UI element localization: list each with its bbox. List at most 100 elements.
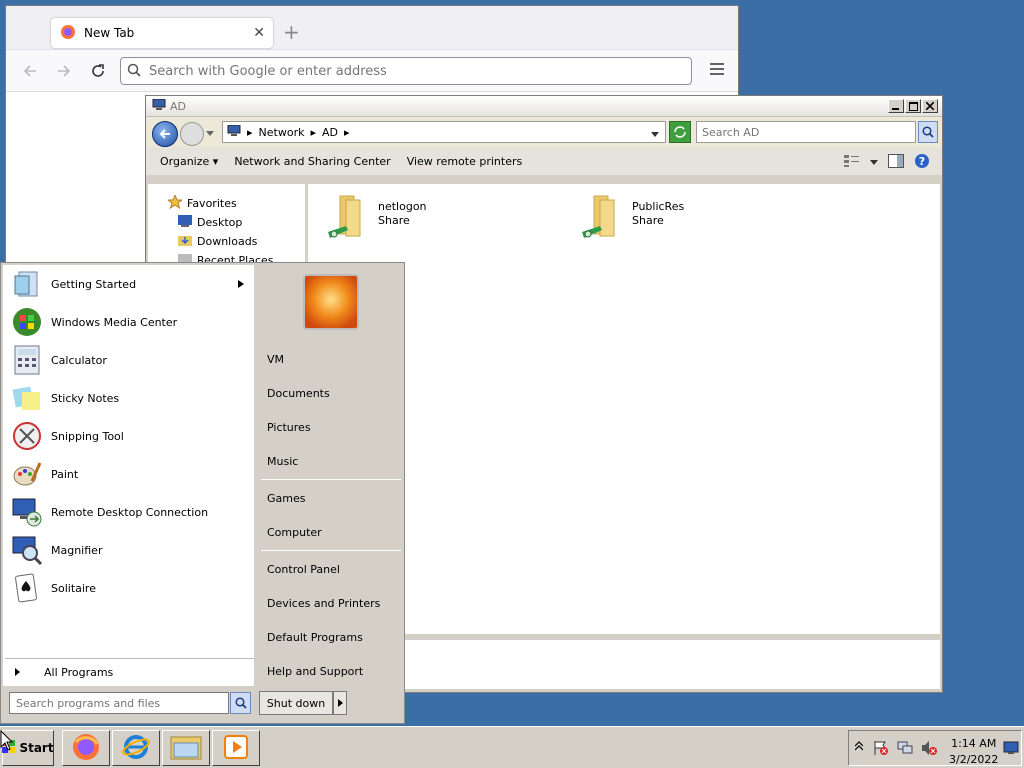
submenu-arrow-icon bbox=[238, 278, 244, 291]
preview-pane-icon[interactable] bbox=[888, 154, 904, 171]
place-games[interactable]: Games bbox=[267, 488, 305, 508]
all-programs-button[interactable]: All Programs bbox=[5, 658, 254, 686]
snipping-tool-icon bbox=[11, 420, 43, 452]
firefox-icon bbox=[60, 24, 76, 43]
reload-icon[interactable] bbox=[88, 61, 108, 81]
shutdown-options-arrow-icon[interactable] bbox=[333, 691, 347, 715]
place-pictures[interactable]: Pictures bbox=[267, 417, 311, 437]
address-input[interactable] bbox=[149, 63, 669, 79]
address-bar[interactable] bbox=[120, 57, 692, 85]
program-label: Snipping Tool bbox=[51, 429, 124, 443]
forward-button[interactable] bbox=[180, 122, 204, 146]
back-arrow-icon[interactable] bbox=[20, 61, 40, 81]
tab-new-tab[interactable]: New Tab ✕ bbox=[51, 18, 273, 48]
hamburger-menu-icon[interactable] bbox=[710, 63, 724, 78]
place-documents[interactable]: Documents bbox=[267, 383, 330, 403]
taskbar: Start 1:14 AM 3/2/2022 bbox=[0, 726, 1024, 768]
nav-item-downloads[interactable]: Downloads bbox=[148, 232, 305, 251]
explorer-search-input[interactable] bbox=[702, 125, 892, 139]
program-sticky-notes[interactable]: Sticky Notes bbox=[3, 379, 254, 417]
all-programs-label: All Programs bbox=[44, 666, 114, 679]
shut-down-button[interactable]: Shut down bbox=[259, 691, 333, 715]
new-tab-icon[interactable]: + bbox=[283, 20, 300, 44]
view-dropdown-icon[interactable] bbox=[870, 156, 878, 169]
place-music[interactable]: Music bbox=[267, 451, 298, 471]
nav-item-desktop[interactable]: Desktop bbox=[148, 213, 305, 232]
search-icon[interactable] bbox=[230, 692, 251, 714]
forward-arrow-icon[interactable] bbox=[54, 61, 74, 81]
taskbar-firefox[interactable] bbox=[62, 730, 110, 766]
breadcrumb[interactable]: ▸ Network ▸ AD ▸ bbox=[222, 121, 666, 143]
program-magnifier[interactable]: Magnifier bbox=[3, 531, 254, 569]
calculator-icon bbox=[11, 344, 43, 376]
explorer-search-box[interactable] bbox=[696, 121, 916, 143]
nav-item-label: Desktop bbox=[197, 216, 243, 229]
program-label: Magnifier bbox=[51, 543, 103, 557]
program-solitaire[interactable]: Solitaire bbox=[3, 569, 254, 607]
help-icon[interactable]: ? bbox=[914, 153, 930, 172]
minimize-button[interactable] bbox=[888, 99, 904, 113]
close-tab-icon[interactable]: ✕ bbox=[253, 25, 265, 41]
search-icon bbox=[127, 63, 141, 80]
start-menu-bottom: Shut down bbox=[3, 689, 403, 721]
breadcrumb-ad[interactable]: AD bbox=[322, 126, 338, 139]
firefox-icon bbox=[71, 732, 101, 765]
show-desktop-icon[interactable] bbox=[1003, 741, 1019, 758]
refresh-button[interactable] bbox=[669, 121, 691, 143]
nav-item-favorites[interactable]: Favorites bbox=[148, 193, 305, 213]
share-item-publicres[interactable]: PublicRes Share bbox=[580, 194, 684, 243]
change-view-icon[interactable] bbox=[844, 155, 860, 170]
network-sharing-center-button[interactable]: Network and Sharing Center bbox=[234, 155, 390, 168]
breadcrumb-arrow-icon[interactable]: ▸ bbox=[310, 126, 316, 139]
clock[interactable]: 1:14 AM 3/2/2022 bbox=[949, 736, 998, 768]
command-bar: Organize ▾ Network and Sharing Center Vi… bbox=[146, 147, 942, 175]
program-remote-desktop-connection[interactable]: Remote Desktop Connection bbox=[3, 493, 254, 531]
program-snipping-tool[interactable]: Snipping Tool bbox=[3, 417, 254, 455]
close-button[interactable] bbox=[922, 99, 938, 113]
volume-muted-icon[interactable] bbox=[921, 740, 937, 759]
place-computer[interactable]: Computer bbox=[267, 522, 322, 542]
start-menu-programs: Getting Started Windows Media Center Cal… bbox=[3, 265, 254, 686]
program-calculator[interactable]: Calculator bbox=[3, 341, 254, 379]
start-label: Start bbox=[19, 741, 54, 755]
maximize-button[interactable] bbox=[905, 99, 921, 113]
back-button[interactable] bbox=[152, 121, 178, 147]
organize-button[interactable]: Organize ▾ bbox=[160, 155, 218, 168]
place-help-and-support[interactable]: Help and Support bbox=[267, 661, 363, 681]
star-icon bbox=[166, 193, 184, 212]
share-type: Share bbox=[378, 214, 410, 227]
clock-date: 3/2/2022 bbox=[949, 753, 999, 766]
system-tray: 1:14 AM 3/2/2022 bbox=[848, 730, 1022, 766]
network-icon[interactable] bbox=[897, 740, 913, 759]
share-item-netlogon[interactable]: netlogon Share bbox=[326, 194, 427, 243]
breadcrumb-network[interactable]: Network bbox=[259, 126, 305, 139]
taskbar-media-player[interactable] bbox=[212, 730, 260, 766]
sticky-notes-icon bbox=[11, 382, 43, 414]
show-hidden-icons-icon[interactable] bbox=[854, 741, 864, 754]
taskbar-windows-explorer[interactable] bbox=[162, 730, 210, 766]
place-default-programs[interactable]: Default Programs bbox=[267, 627, 363, 647]
view-remote-printers-button[interactable]: View remote printers bbox=[407, 155, 523, 168]
breadcrumb-arrow-icon[interactable]: ▸ bbox=[247, 126, 253, 139]
media-player-icon bbox=[222, 733, 250, 764]
program-windows-media-center[interactable]: Windows Media Center bbox=[3, 303, 254, 341]
program-label: Sticky Notes bbox=[51, 391, 120, 405]
taskbar-internet-explorer[interactable] bbox=[112, 730, 160, 766]
internet-explorer-icon bbox=[121, 732, 151, 765]
place-devices-and-printers[interactable]: Devices and Printers bbox=[267, 593, 380, 613]
user-avatar[interactable] bbox=[303, 274, 359, 330]
place-user[interactable]: VM bbox=[267, 349, 284, 369]
start-search-input[interactable] bbox=[16, 696, 216, 710]
action-center-flag-icon[interactable] bbox=[873, 740, 889, 759]
breadcrumb-arrow-icon[interactable]: ▸ bbox=[344, 126, 350, 139]
place-control-panel[interactable]: Control Panel bbox=[267, 559, 340, 579]
program-getting-started[interactable]: Getting Started bbox=[3, 265, 254, 303]
program-paint[interactable]: Paint bbox=[3, 455, 254, 493]
address-dropdown-icon[interactable] bbox=[651, 128, 659, 141]
start-menu-places: VM Documents Pictures Music Games Comput… bbox=[257, 265, 403, 686]
start-search-box[interactable] bbox=[9, 692, 229, 714]
explorer-title-bar: AD bbox=[146, 96, 942, 117]
nav-item-label: Favorites bbox=[187, 197, 237, 210]
search-icon[interactable] bbox=[918, 121, 938, 143]
recent-pages-dropdown-icon[interactable] bbox=[206, 127, 214, 140]
